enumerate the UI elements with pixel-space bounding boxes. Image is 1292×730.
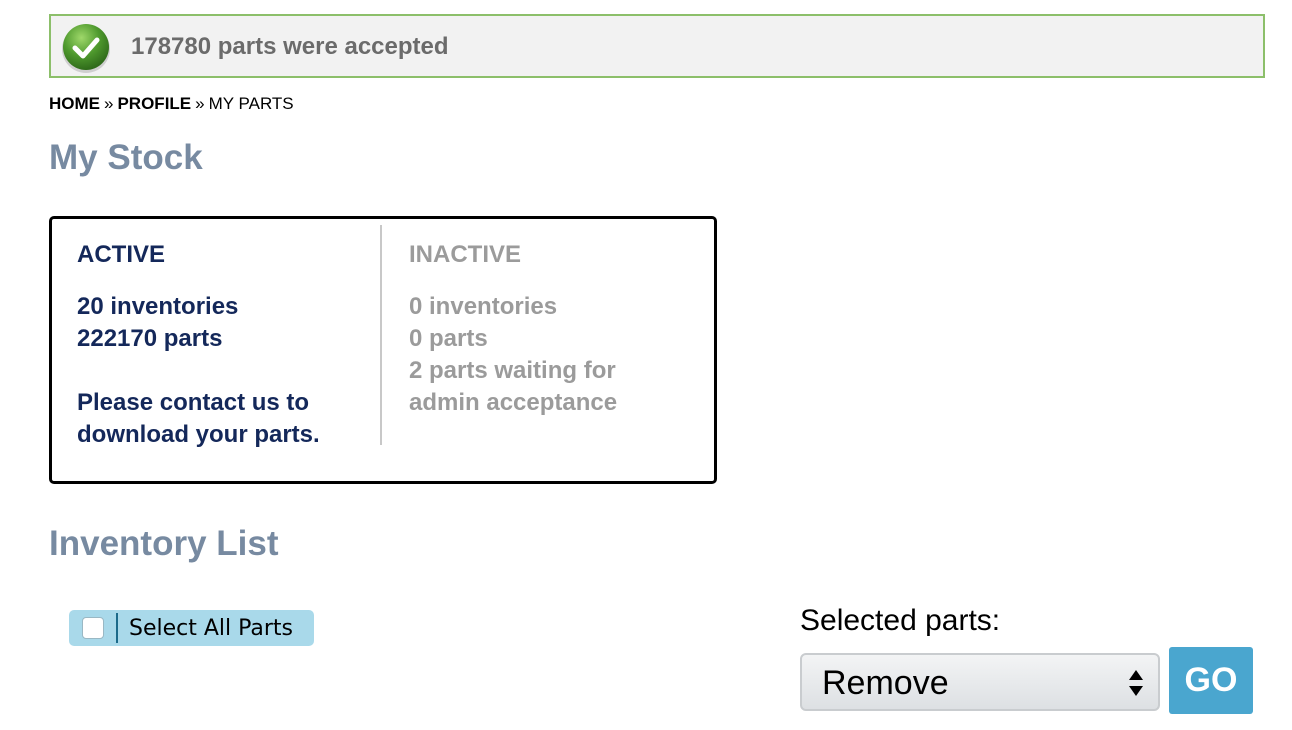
inactive-parts-count: 0 parts: [409, 325, 488, 352]
inactive-heading: INACTIVE: [409, 241, 522, 268]
breadcrumb-separator: »: [104, 94, 114, 113]
active-note-line: Please contact us to: [77, 389, 310, 416]
active-inventories-count: 20 inventories: [77, 293, 239, 320]
notice-message: 178780 parts were accepted: [131, 33, 449, 60]
select-all-label: Select All Parts: [129, 616, 294, 641]
active-heading: ACTIVE: [77, 241, 166, 268]
success-notice: 178780 parts were accepted: [49, 14, 1265, 78]
inactive-stock-column: INACTIVE 0 inventories 0 parts 2 parts w…: [409, 239, 699, 419]
inventory-list-title: Inventory List: [49, 524, 279, 563]
active-note-line: download your parts.: [77, 421, 320, 448]
bulk-action-selected-value: Remove: [822, 664, 949, 702]
breadcrumb: HOME» PROFILE» MY PARTS: [49, 93, 294, 115]
check-circle-icon: [62, 24, 110, 73]
selected-parts-label: Selected parts:: [800, 604, 1001, 637]
breadcrumb-profile-link[interactable]: PROFILE: [117, 94, 191, 113]
bulk-action-select[interactable]: Remove: [800, 653, 1160, 711]
breadcrumb-home-link[interactable]: HOME: [49, 94, 100, 113]
column-divider: [380, 225, 382, 445]
go-button[interactable]: GO: [1169, 647, 1253, 714]
active-stock-column: ACTIVE 20 inventories 222170 parts Pleas…: [77, 239, 377, 451]
stock-summary-box: ACTIVE 20 inventories 222170 parts Pleas…: [49, 216, 717, 484]
select-arrows-icon: [1129, 670, 1143, 696]
select-all-parts-toggle[interactable]: Select All Parts: [69, 610, 314, 646]
active-parts-count: 222170 parts: [77, 325, 223, 352]
breadcrumb-separator: »: [195, 94, 205, 113]
waiting-parts-line: admin acceptance: [409, 389, 618, 416]
page: 178780 parts were accepted HOME» PROFILE»…: [0, 0, 1292, 730]
waiting-parts-line: 2 parts waiting for: [409, 357, 616, 384]
select-all-divider: [116, 613, 118, 643]
breadcrumb-current: MY PARTS: [208, 94, 294, 113]
inactive-inventories-count: 0 inventories: [409, 293, 558, 320]
select-all-checkbox[interactable]: [82, 617, 104, 639]
page-title: My Stock: [49, 138, 203, 177]
